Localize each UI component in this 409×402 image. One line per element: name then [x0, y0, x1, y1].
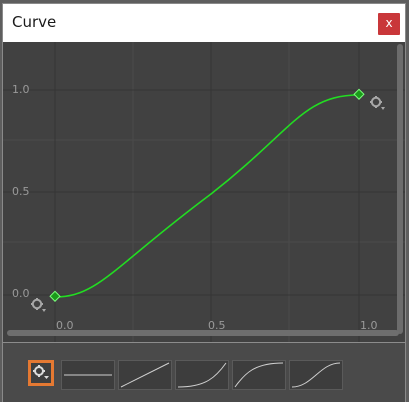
y-tick-label: 1.0 [12, 83, 30, 96]
preset-settings-button[interactable] [28, 360, 54, 386]
gear-dropdown-icon[interactable] [370, 96, 385, 110]
animation-curve[interactable] [54, 94, 360, 298]
curve-window: Curve x 1.0 0.5 0.0 0.0 0.5 1.0 [3, 4, 405, 402]
ease-out-curve-icon [234, 362, 284, 388]
horizontal-scrollbar[interactable] [7, 330, 399, 336]
ease-in-out-curve-icon [291, 362, 341, 388]
ease-in-curve-icon [177, 362, 227, 388]
preset-bar [3, 343, 405, 402]
y-tick-label: 0.5 [12, 185, 30, 198]
gear-dropdown-icon [33, 365, 49, 379]
preset-constant[interactable] [61, 360, 115, 390]
preset-linear[interactable] [118, 360, 172, 390]
title-bar[interactable]: Curve x [3, 4, 405, 42]
constant-curve-icon [64, 374, 112, 376]
preset-ease-in[interactable] [175, 360, 229, 390]
gear-dropdown-icon[interactable] [31, 298, 46, 312]
preset-ease-out[interactable] [232, 360, 286, 390]
y-tick-label: 0.0 [12, 287, 30, 300]
window-title: Curve [12, 13, 57, 31]
curve-key-end[interactable] [353, 88, 365, 100]
linear-curve-icon [120, 362, 170, 388]
curve-key-start[interactable] [49, 290, 61, 302]
preset-ease-in-out[interactable] [289, 360, 343, 390]
vertical-scrollbar[interactable] [397, 44, 403, 334]
curve-editor[interactable]: 1.0 0.5 0.0 0.0 0.5 1.0 [3, 42, 405, 342]
close-button[interactable]: x [378, 13, 400, 35]
curve-graph[interactable]: 1.0 0.5 0.0 0.0 0.5 1.0 [3, 42, 405, 342]
